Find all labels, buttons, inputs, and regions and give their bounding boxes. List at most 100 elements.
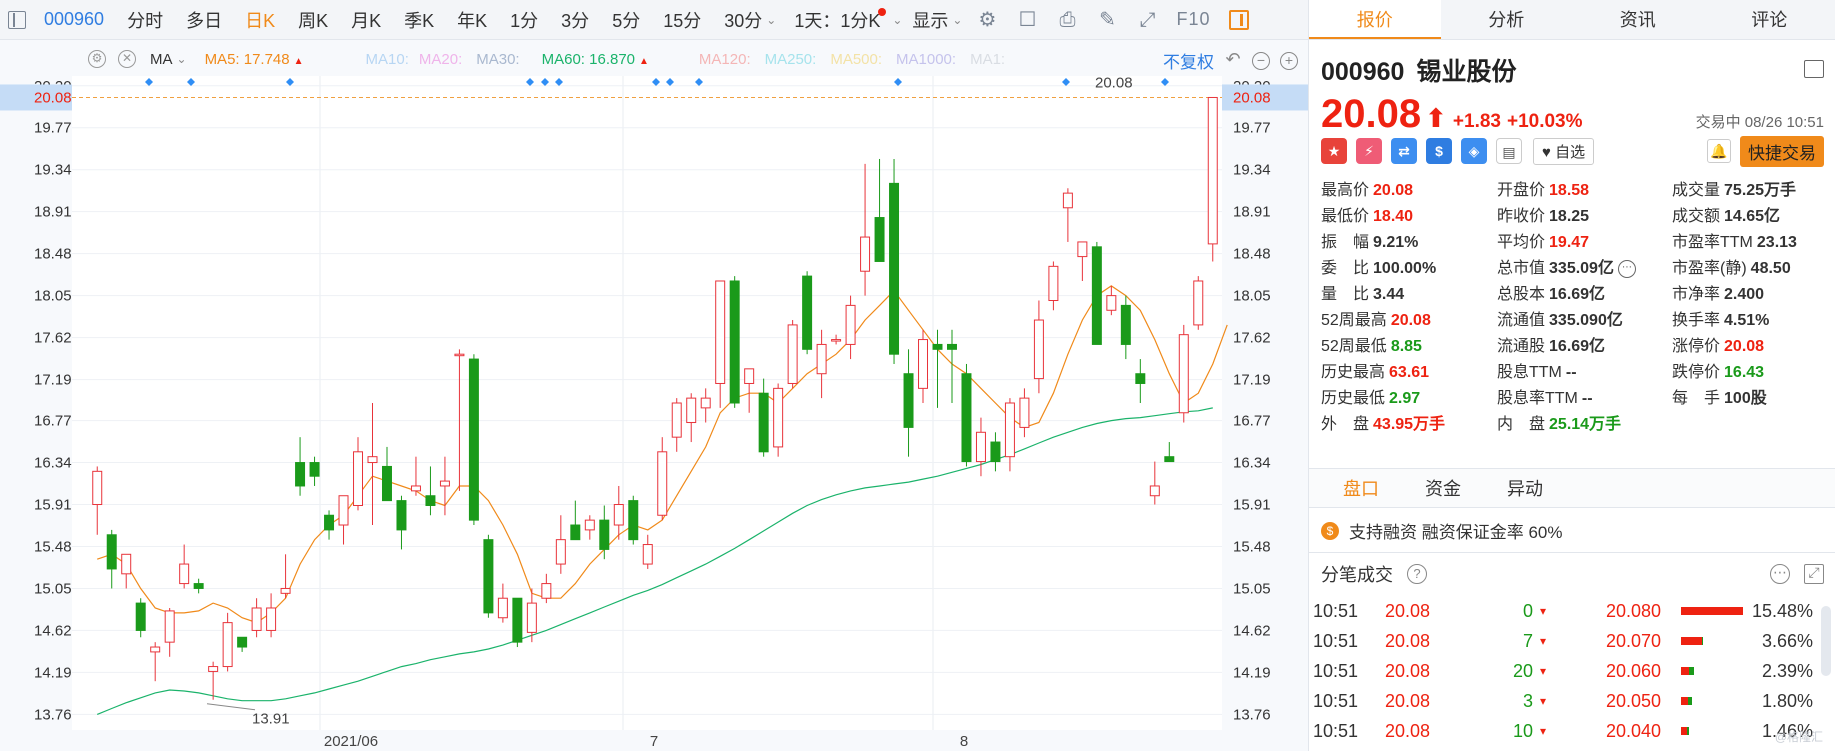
quote-tabs: 报价 分析 资讯 评论	[1309, 0, 1835, 40]
quote-stat-value: 20.08	[1390, 312, 1431, 329]
level-bar-red	[1681, 667, 1690, 675]
y-tick-label-right: 15.48	[1233, 538, 1271, 555]
y-tick-label-right: 15.91	[1233, 497, 1271, 514]
note-icon[interactable]: ▤	[1496, 138, 1522, 164]
candle	[628, 495, 639, 545]
candle	[787, 320, 798, 389]
candle-body	[932, 343, 943, 350]
quote-stat-label: 平均价	[1497, 234, 1546, 251]
shuffle-icon[interactable]: ⇄	[1391, 138, 1417, 164]
candle-body	[266, 607, 277, 631]
tick-time: 10:51	[1313, 660, 1359, 681]
ticks-list: 10:51 20.08 0 ▾ 20.080 15.48% 10:51 20.08 7 ▾ 20.0…	[1309, 596, 1835, 746]
tag-icon[interactable]: ◈	[1461, 138, 1487, 164]
last-price: 20.08	[1321, 92, 1422, 136]
stock-title: 000960 锡业股份	[1321, 52, 1824, 88]
candle-body	[1106, 295, 1117, 311]
level-volume-bar	[1681, 697, 1751, 705]
candle-body	[628, 500, 639, 541]
y-tick-label-right: 16.77	[1233, 413, 1271, 430]
quote-stat-value: 75.25万手	[1724, 182, 1797, 199]
quote-tab[interactable]: 分析	[1441, 0, 1573, 39]
quote-stat: 内 盘 25.14万手	[1497, 412, 1672, 438]
sub-tab[interactable]: 资金	[1413, 467, 1473, 509]
alert-bell-icon[interactable]: 🔔	[1707, 139, 1731, 163]
sub-tab[interactable]: 盘口	[1331, 467, 1391, 509]
candle-body	[208, 666, 219, 672]
quote-stat-value: 335.09亿	[1549, 260, 1614, 277]
level-bar-red	[1681, 637, 1702, 645]
quote-stat: 成交量 75.25万手	[1672, 178, 1832, 204]
ticks-header: 分笔成交 ? ⋯ ⤢	[1309, 552, 1835, 594]
x-tick-label: 2021/06	[324, 733, 378, 750]
candle	[468, 354, 479, 526]
quote-stat-label: 市盈率TTM	[1672, 234, 1753, 251]
candle-body	[918, 339, 929, 389]
quote-stat-label: 每 手	[1672, 390, 1721, 407]
quote-stat-value: 63.61	[1389, 364, 1430, 381]
candle-body	[367, 456, 378, 464]
kline-chart[interactable]: 2021/067820.2020.2019.7719.7719.3419.341…	[0, 0, 1308, 751]
level-percent: 1.80%	[1761, 690, 1813, 711]
quote-stat: 52周最高 20.08	[1321, 308, 1497, 334]
quote-stat: 跌停价 16.43	[1672, 360, 1832, 386]
candle-body	[410, 485, 421, 492]
quote-stat-value: 16.69亿	[1549, 338, 1606, 355]
more-icon[interactable]: ⋯	[1770, 563, 1790, 584]
y-tick-label-left: 14.19	[34, 664, 72, 681]
y-tick-label-right: 19.34	[1233, 162, 1271, 179]
quote-stat-label: 市盈率(静)	[1672, 260, 1747, 277]
quote-tab[interactable]: 资讯	[1572, 0, 1704, 39]
expand-icon[interactable]: ⤢	[1804, 563, 1824, 584]
hot-lightning-icon[interactable]: ⚡	[1356, 138, 1382, 164]
tick-time: 10:51	[1313, 690, 1359, 711]
quote-stat: 流通值 335.090亿	[1497, 308, 1672, 334]
quote-tab[interactable]: 报价	[1309, 0, 1441, 39]
candle-body	[860, 236, 871, 272]
candle-body	[1077, 241, 1088, 258]
current-price-label-left: 20.08	[34, 89, 72, 106]
quote-stat-value: 9.21%	[1373, 234, 1419, 251]
level-volume-bar	[1681, 607, 1751, 615]
candle-body	[903, 373, 914, 428]
china-flag-icon[interactable]: ★	[1321, 138, 1347, 164]
candle-body	[816, 343, 827, 375]
quick-trade-button[interactable]: 快捷交易	[1740, 135, 1824, 167]
quote-stat: 市盈率(静) 48.50	[1672, 256, 1832, 282]
help-icon[interactable]: ?	[1407, 563, 1427, 584]
candle-body	[454, 353, 465, 357]
add-watchlist-button[interactable]: ♥ 自选	[1533, 137, 1595, 165]
quote-stat-label: 股息率TTM	[1497, 390, 1578, 407]
candle-body	[642, 544, 653, 565]
candle-body	[497, 597, 508, 619]
candle-body	[280, 587, 291, 594]
watchlist-label: 自选	[1555, 143, 1586, 161]
quote-stat: 量 比 3.44	[1321, 282, 1497, 308]
quote-tab[interactable]: 评论	[1704, 0, 1835, 39]
y-tick-label-right: 15.05	[1233, 580, 1271, 597]
quote-stat-value: --	[1581, 390, 1593, 407]
quote-stat-label: 成交额	[1672, 208, 1721, 225]
level-volume-bar	[1681, 667, 1751, 675]
ticks-scrollbar[interactable]	[1821, 606, 1831, 676]
quote-stat: 市净率 2.400	[1672, 282, 1832, 308]
candle-body	[1149, 485, 1160, 497]
candle	[483, 534, 494, 618]
candle-body	[150, 646, 161, 653]
quote-stat: 每 手 100股	[1672, 386, 1832, 412]
collapse-panel-icon[interactable]	[1804, 60, 1824, 78]
y-tick-label-left: 15.91	[34, 497, 72, 514]
candle-body	[1062, 192, 1073, 209]
candle-body	[1193, 280, 1204, 326]
dollar-icon[interactable]: $	[1426, 138, 1452, 164]
more-details-icon[interactable]: ⋯	[1617, 259, 1636, 278]
quote-stat-label: 流通股	[1497, 338, 1546, 355]
quote-stat: 市盈率TTM 23.13	[1672, 230, 1832, 256]
sub-tab[interactable]: 异动	[1495, 467, 1555, 509]
level-price: 20.070	[1605, 630, 1661, 651]
y-tick-label-right: 14.62	[1233, 622, 1271, 639]
candle-body	[874, 217, 885, 262]
quote-stat-value: 335.090亿	[1549, 312, 1623, 329]
quote-stat-label: 最高价	[1321, 182, 1370, 199]
candle-body	[700, 397, 711, 409]
